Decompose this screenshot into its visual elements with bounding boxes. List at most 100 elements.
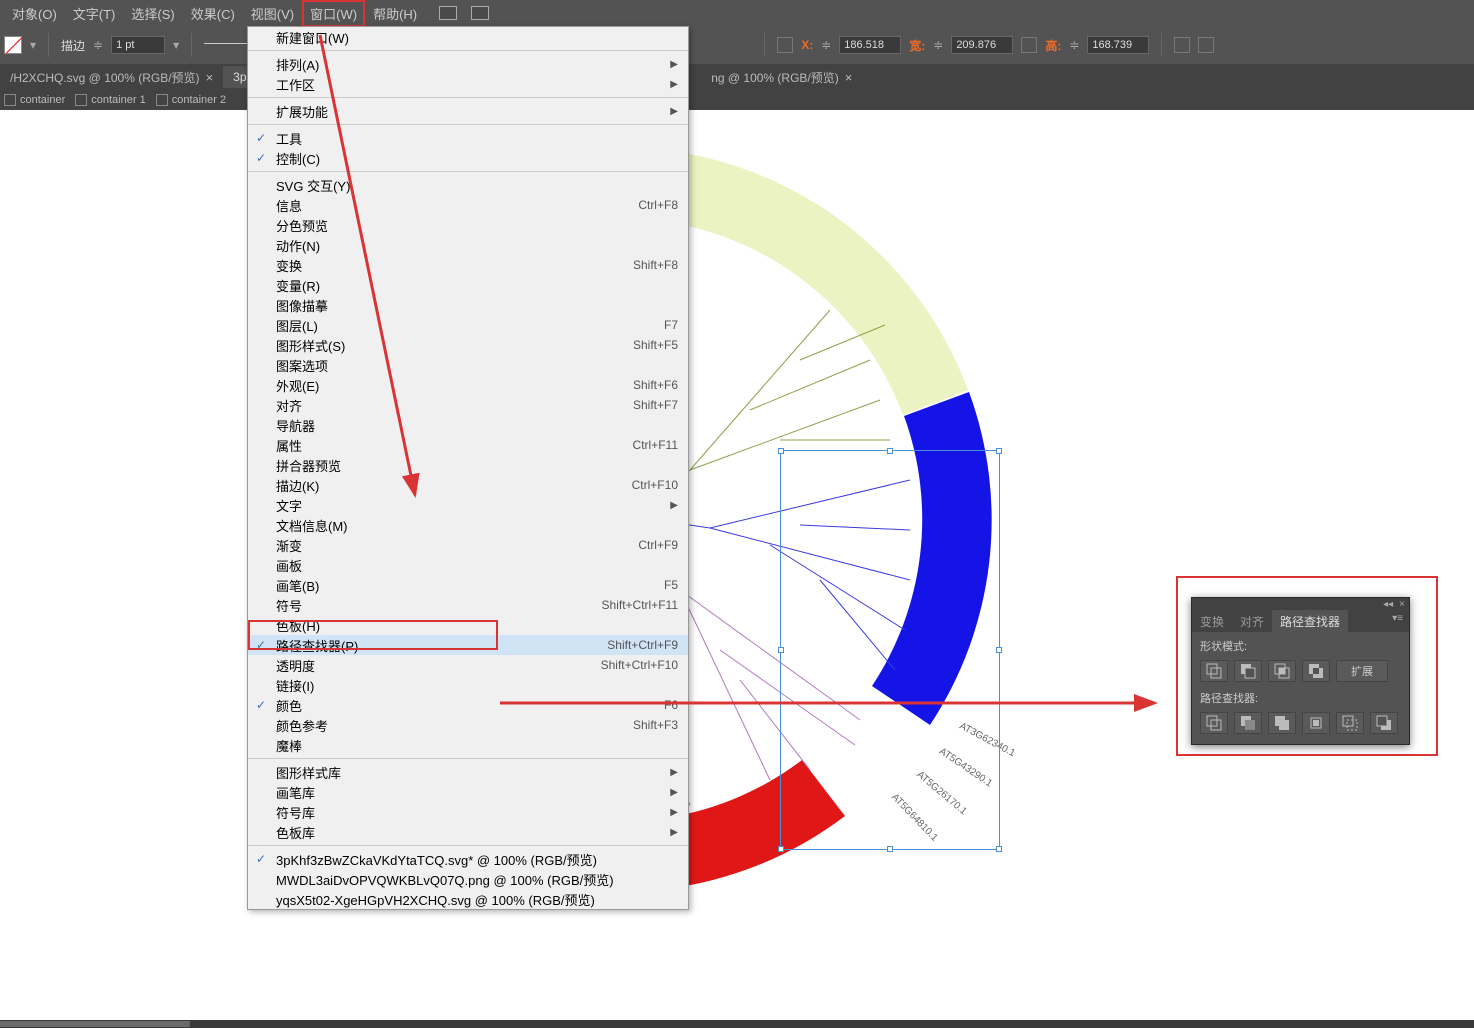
menu-item[interactable]: 工作区▶ bbox=[248, 74, 688, 94]
panel-titlebar[interactable]: ◂◂ × bbox=[1192, 598, 1409, 610]
menu-item[interactable]: 外观(E)Shift+F6 bbox=[248, 375, 688, 395]
menu-item[interactable]: ✓工具 bbox=[248, 128, 688, 148]
menu-item[interactable]: yqsX5t02-XgeHGpVH2XCHQ.svg @ 100% (RGB/预… bbox=[248, 889, 688, 909]
menu-item[interactable]: 链接(I) bbox=[248, 675, 688, 695]
menu-item[interactable]: 颜色参考Shift+F3 bbox=[248, 715, 688, 735]
menu-item[interactable]: 渐变Ctrl+F9 bbox=[248, 535, 688, 555]
panel-tab-transform[interactable]: 变换 bbox=[1192, 610, 1232, 632]
crop-button[interactable] bbox=[1302, 712, 1330, 734]
menu-item[interactable]: 变量(R) bbox=[248, 275, 688, 295]
menu-item[interactable]: 画笔库▶ bbox=[248, 782, 688, 802]
doc-tab-2[interactable]: ng @ 100% (RGB/预览)× bbox=[701, 65, 862, 90]
menu-item[interactable]: 图形样式库▶ bbox=[248, 762, 688, 782]
menu-item-label: 描边(K) bbox=[276, 476, 319, 495]
menu-item[interactable]: ✓控制(C) bbox=[248, 148, 688, 168]
panel-tab-pathfinder[interactable]: 路径查找器 bbox=[1272, 610, 1348, 632]
fill-swatch[interactable] bbox=[4, 36, 22, 54]
canvas[interactable]: AT3G62340.1 AT5G43290.1 AT5G26170.1 AT5G… bbox=[0, 110, 1474, 1020]
menu-item[interactable]: 动作(N) bbox=[248, 235, 688, 255]
w-value-input[interactable] bbox=[951, 36, 1013, 54]
close-icon[interactable]: × bbox=[1399, 599, 1405, 610]
menu-select[interactable]: 选择(S) bbox=[123, 0, 182, 27]
menu-item[interactable]: 魔棒 bbox=[248, 735, 688, 755]
menu-effect[interactable]: 效果(C) bbox=[183, 0, 243, 27]
collapse-icon[interactable]: ◂◂ bbox=[1383, 599, 1393, 610]
divide-button[interactable] bbox=[1200, 712, 1228, 734]
menu-item[interactable]: 排列(A)▶ bbox=[248, 54, 688, 74]
close-icon[interactable]: × bbox=[206, 70, 214, 85]
menu-shortcut: Ctrl+F9 bbox=[638, 538, 678, 552]
menu-help[interactable]: 帮助(H) bbox=[365, 0, 425, 27]
menu-text[interactable]: 文字(T) bbox=[65, 0, 124, 27]
menu-item[interactable]: 图形样式(S)Shift+F5 bbox=[248, 335, 688, 355]
selection-box[interactable] bbox=[780, 450, 1000, 850]
horizontal-scrollbar[interactable] bbox=[0, 1020, 1474, 1028]
menu-item[interactable]: 透明度Shift+Ctrl+F10 bbox=[248, 655, 688, 675]
menu-item[interactable]: MWDL3aiDvOPVQWKBLvQ07Q.png @ 100% (RGB/预… bbox=[248, 869, 688, 889]
menu-item[interactable]: 新建窗口(W) bbox=[248, 27, 688, 47]
menu-item[interactable]: 文字▶ bbox=[248, 495, 688, 515]
menu-item-label: 控制(C) bbox=[276, 149, 320, 168]
h-value-input[interactable] bbox=[1087, 36, 1149, 54]
menu-item-label: 属性 bbox=[276, 436, 302, 455]
close-icon[interactable]: × bbox=[845, 70, 853, 85]
scrollbar-thumb[interactable] bbox=[0, 1021, 190, 1027]
menu-item[interactable]: ✓3pKhf3zBwZCkaVKdYtaTCQ.svg* @ 100% (RGB… bbox=[248, 849, 688, 869]
menu-item[interactable]: 图像描摹 bbox=[248, 295, 688, 315]
menu-item-label: 排列(A) bbox=[276, 55, 319, 74]
menu-item-label: yqsX5t02-XgeHGpVH2XCHQ.svg @ 100% (RGB/预… bbox=[276, 890, 595, 909]
link-dims-icon[interactable] bbox=[1021, 37, 1037, 53]
menu-item[interactable]: 色板库▶ bbox=[248, 822, 688, 842]
menu-window[interactable]: 窗口(W) bbox=[302, 0, 365, 27]
unite-button[interactable] bbox=[1200, 660, 1228, 682]
menu-item[interactable]: 对齐Shift+F7 bbox=[248, 395, 688, 415]
menu-item[interactable]: 符号库▶ bbox=[248, 802, 688, 822]
minus-front-button[interactable] bbox=[1234, 660, 1262, 682]
merge-button[interactable] bbox=[1268, 712, 1296, 734]
minus-back-button[interactable] bbox=[1370, 712, 1398, 734]
bridge-icon[interactable] bbox=[439, 6, 457, 20]
stroke-weight-input[interactable] bbox=[111, 36, 165, 54]
menu-item[interactable]: ✓颜色F6 bbox=[248, 695, 688, 715]
crumb-1[interactable]: container 1 bbox=[75, 94, 145, 106]
expand-button[interactable]: 扩展 bbox=[1336, 660, 1388, 682]
doc-tab-0[interactable]: /H2XCHQ.svg @ 100% (RGB/预览)× bbox=[0, 65, 223, 90]
menu-item-label: 色板库 bbox=[276, 823, 315, 842]
menu-item[interactable]: 变换Shift+F8 bbox=[248, 255, 688, 275]
menu-item-label: 动作(N) bbox=[276, 236, 320, 255]
menu-item[interactable]: 信息Ctrl+F8 bbox=[248, 195, 688, 215]
exclude-button[interactable] bbox=[1302, 660, 1330, 682]
trim-button[interactable] bbox=[1234, 712, 1262, 734]
shape-tool-icon[interactable] bbox=[1174, 37, 1190, 53]
menu-item[interactable]: 分色预览 bbox=[248, 215, 688, 235]
menu-item[interactable]: 符号Shift+Ctrl+F11 bbox=[248, 595, 688, 615]
menu-item[interactable]: 属性Ctrl+F11 bbox=[248, 435, 688, 455]
menu-item[interactable]: 拼合器预览 bbox=[248, 455, 688, 475]
menu-item[interactable]: 图层(L)F7 bbox=[248, 315, 688, 335]
anchor-ref-icon[interactable] bbox=[777, 37, 793, 53]
menu-item-label: 魔棒 bbox=[276, 736, 302, 755]
menu-item[interactable]: SVG 交互(Y) bbox=[248, 175, 688, 195]
panel-tab-align[interactable]: 对齐 bbox=[1232, 610, 1272, 632]
outline-button[interactable] bbox=[1336, 712, 1364, 734]
menu-object[interactable]: 对象(O) bbox=[4, 0, 65, 27]
crumb-2[interactable]: container 2 bbox=[156, 94, 226, 106]
pathfinder-panel[interactable]: ◂◂× 变换 对齐 路径查找器 ▾≡ 形状模式: 扩展 路径查找器: bbox=[1191, 597, 1410, 745]
menu-item[interactable]: 图案选项 bbox=[248, 355, 688, 375]
menu-item[interactable]: 文档信息(M) bbox=[248, 515, 688, 535]
menu-item[interactable]: 导航器 bbox=[248, 415, 688, 435]
menu-item-label: 文档信息(M) bbox=[276, 516, 348, 535]
menu-item[interactable]: 描边(K)Ctrl+F10 bbox=[248, 475, 688, 495]
menu-view[interactable]: 视图(V) bbox=[243, 0, 302, 27]
menu-shortcut: Shift+F5 bbox=[633, 338, 678, 352]
crumb-0[interactable]: container bbox=[4, 94, 65, 106]
menu-item[interactable]: 扩展功能▶ bbox=[248, 101, 688, 121]
arrange-doc-icon[interactable] bbox=[471, 6, 489, 20]
menu-item[interactable]: 画笔(B)F5 bbox=[248, 575, 688, 595]
panel-flyout-icon[interactable]: ▾≡ bbox=[1386, 610, 1409, 632]
intersect-button[interactable] bbox=[1268, 660, 1296, 682]
transform-each-icon[interactable] bbox=[1198, 37, 1214, 53]
x-value-input[interactable] bbox=[839, 36, 901, 54]
menu-item-label: 新建窗口(W) bbox=[276, 28, 349, 47]
menu-item[interactable]: 画板 bbox=[248, 555, 688, 575]
